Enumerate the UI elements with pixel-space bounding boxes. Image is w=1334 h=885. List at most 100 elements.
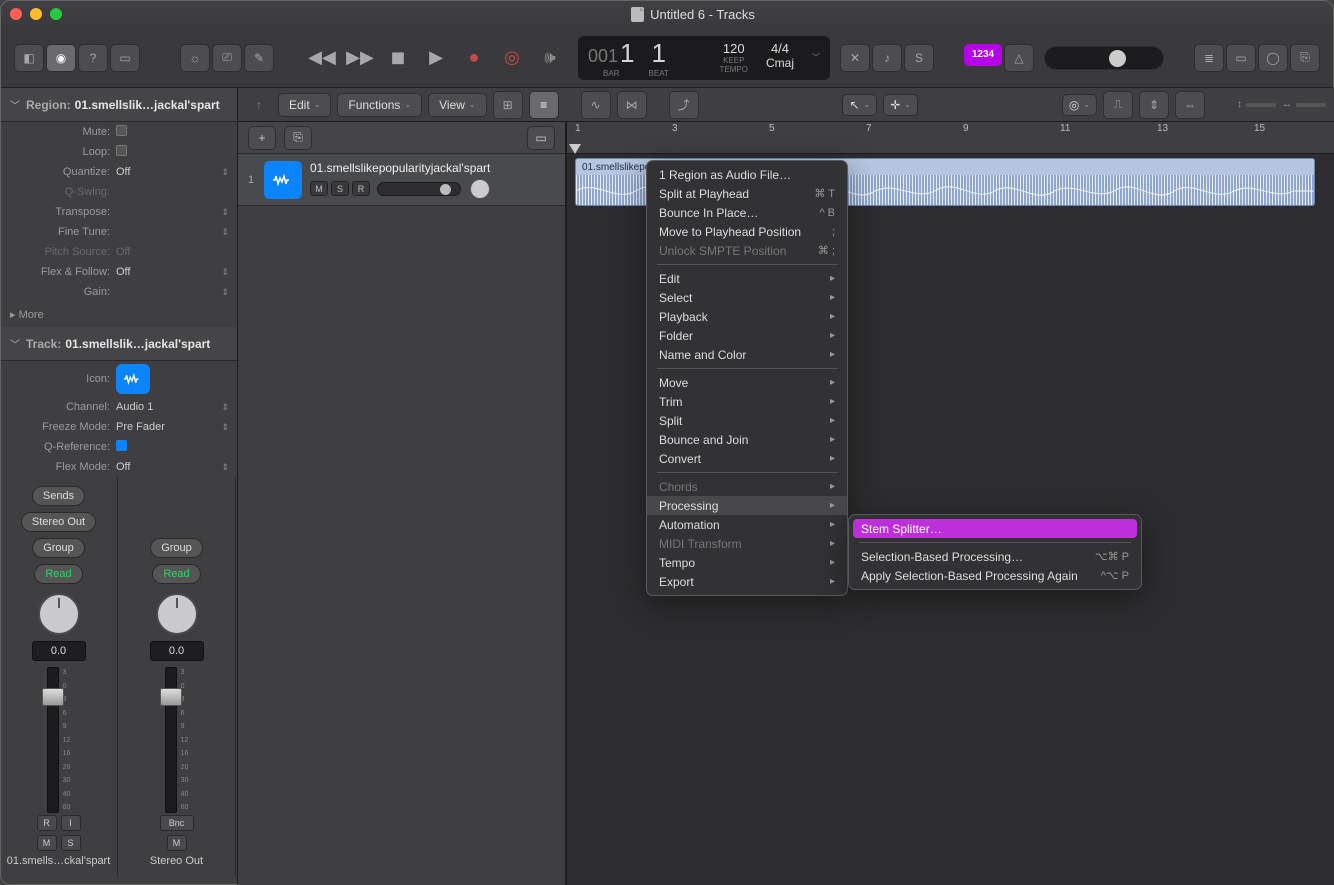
menu-item[interactable]: Export▸	[647, 572, 847, 591]
menu-item[interactable]: Tempo▸	[647, 553, 847, 572]
library-toggle-button[interactable]: ◧	[14, 44, 44, 72]
mute-checkbox[interactable]	[116, 125, 127, 136]
processing-submenu[interactable]: Stem Splitter… Selection-Based Processing…	[848, 514, 1142, 590]
loops-button[interactable]: ◯	[1258, 44, 1288, 72]
output-slot[interactable]: Stereo Out	[21, 512, 96, 532]
replace-button[interactable]: ✕	[840, 44, 870, 72]
menu-item[interactable]: Processing▸	[647, 496, 847, 515]
pan-knob-1[interactable]	[38, 593, 80, 635]
snap-menu[interactable]: ◎⌄	[1062, 94, 1097, 116]
catch-icon[interactable]: ⤴	[669, 91, 699, 119]
solo-button[interactable]: S	[904, 44, 934, 72]
transpose-stepper[interactable]: ⇕	[221, 207, 229, 218]
level-readout-2[interactable]: 0.0	[150, 641, 204, 661]
vertical-zoom-slider[interactable]: ↕	[1237, 99, 1276, 110]
menu-item[interactable]: Name and Color▸	[647, 345, 847, 364]
editors-button[interactable]: ✎	[244, 44, 274, 72]
playhead-icon[interactable]	[569, 144, 581, 154]
lcd-tempo[interactable]: 120	[720, 41, 748, 56]
master-volume-slider[interactable]	[1044, 46, 1164, 70]
track-pan-knob[interactable]	[470, 179, 490, 199]
group-slot-1[interactable]: Group	[32, 538, 85, 558]
functions-menu[interactable]: Functions⌄	[337, 93, 422, 117]
track-icon[interactable]	[264, 161, 302, 199]
pan-knob-2[interactable]	[156, 593, 198, 635]
menu-item[interactable]: Split▸	[647, 411, 847, 430]
track-volume-slider[interactable]	[377, 182, 461, 196]
menu-item[interactable]: Convert▸	[647, 449, 847, 468]
cycle-button[interactable]: ◎	[494, 44, 530, 72]
menu-item[interactable]: Edit▸	[647, 269, 847, 288]
notepad-button[interactable]: ▭	[1226, 44, 1256, 72]
region-inspector-header[interactable]: ﹀ Region: 01.smellslik…jackal'spart	[0, 88, 237, 122]
flexfollow-value[interactable]: Off	[116, 266, 221, 278]
flex-icon[interactable]: ⋈	[617, 91, 647, 119]
menu-item[interactable]: Move▸	[647, 373, 847, 392]
browsers-button[interactable]: ⎘	[1290, 44, 1320, 72]
smart-controls-button[interactable]: ☼	[180, 44, 210, 72]
input-i-button[interactable]: I	[61, 815, 81, 831]
menu-item[interactable]: Move to Playhead Position;	[647, 222, 847, 241]
vertical-auto-zoom-icon[interactable]: ⇕	[1139, 91, 1169, 119]
lcd-disclosure-icon[interactable]: ﹀	[812, 52, 820, 63]
gain-stepper[interactable]: ⇕	[221, 287, 229, 298]
marquee-tool[interactable]: ✛⌄	[883, 94, 918, 116]
lcd-timesig[interactable]: 4/4	[766, 41, 794, 56]
record-button[interactable]: ●	[456, 44, 492, 72]
finetune-stepper[interactable]: ⇕	[221, 227, 229, 238]
track-inspector-header[interactable]: ﹀ Track: 01.smellslik…jackal'spart	[0, 327, 237, 361]
fader-2[interactable]	[165, 667, 177, 813]
quantize-value[interactable]: Off	[116, 166, 221, 178]
flexfollow-stepper[interactable]: ⇕	[221, 267, 229, 278]
automation-icon[interactable]: ∿	[581, 91, 611, 119]
inspector-toggle-button[interactable]: ◉	[46, 44, 76, 72]
mixer-button[interactable]: ⎚	[212, 44, 242, 72]
menu-item[interactable]: Bounce In Place…^ B	[647, 203, 847, 222]
menu-item[interactable]: Select▸	[647, 288, 847, 307]
tuner-button[interactable]: ♪	[872, 44, 902, 72]
menu-item[interactable]: Stem Splitter…	[853, 519, 1137, 538]
menu-item[interactable]: Playback▸	[647, 307, 847, 326]
global-tracks-button[interactable]: ▭	[527, 126, 555, 150]
menu-item[interactable]: Bounce and Join▸	[647, 430, 847, 449]
menu-item[interactable]: Split at Playhead⌘ T	[647, 184, 847, 203]
loop-checkbox[interactable]	[116, 145, 127, 156]
menu-item[interactable]: Automation▸	[647, 515, 847, 534]
freeze-stepper[interactable]: ⇕	[221, 422, 229, 433]
track-solo-button[interactable]: S	[331, 181, 349, 196]
freeze-value[interactable]: Pre Fader	[116, 421, 221, 433]
view-menu[interactable]: View⌄	[428, 93, 487, 117]
group-slot-2[interactable]: Group	[150, 538, 203, 558]
ruler[interactable]: 13579111315	[567, 122, 1334, 154]
menu-item[interactable]: Apply Selection-Based Processing Again^⌥…	[849, 566, 1141, 585]
lcd-key[interactable]: Cmaj	[766, 56, 794, 70]
qref-checkbox[interactable]	[116, 440, 127, 451]
track-icon-tile[interactable]	[116, 364, 150, 394]
rewind-button[interactable]: ◀◀	[304, 44, 340, 72]
more-disclosure[interactable]: ▸ More	[0, 302, 237, 327]
grid-view-icon[interactable]: ⊞	[493, 91, 523, 119]
click-button[interactable]: △	[1004, 44, 1034, 72]
forward-button[interactable]: ▶▶	[342, 44, 378, 72]
channel-stepper[interactable]: ⇕	[221, 402, 229, 413]
menu-item[interactable]: Selection-Based Processing…⌥⌘ P	[849, 547, 1141, 566]
menu-item[interactable]: 1 Region as Audio File…	[647, 165, 847, 184]
mute-m-button-2[interactable]: M	[167, 835, 187, 851]
fader-1[interactable]	[47, 667, 59, 813]
automation-mode-1[interactable]: Read	[34, 564, 82, 584]
edit-menu[interactable]: Edit⌄	[278, 93, 331, 117]
back-arrow-icon[interactable]: ↑	[246, 91, 272, 119]
flexmode-stepper[interactable]: ⇕	[221, 462, 229, 473]
solo-s-button-1[interactable]: S	[61, 835, 81, 851]
pointer-tool[interactable]: ↖⌄	[842, 94, 877, 116]
track-header-1[interactable]: 1 01.smellslikepopularityjackal'spart M …	[238, 154, 565, 206]
automation-mode-2[interactable]: Read	[152, 564, 200, 584]
add-track-button[interactable]: +	[248, 126, 276, 150]
channel-value[interactable]: Audio 1	[116, 401, 221, 413]
waveform-zoom-icon[interactable]: ⎍	[1103, 91, 1133, 119]
mute-m-button-1[interactable]: M	[37, 835, 57, 851]
stop-button[interactable]: ◼	[380, 44, 416, 72]
quantize-stepper[interactable]: ⇕	[221, 167, 229, 178]
count-in-badge[interactable]: 1234	[964, 44, 1002, 66]
zoom-window-button[interactable]	[50, 8, 62, 20]
